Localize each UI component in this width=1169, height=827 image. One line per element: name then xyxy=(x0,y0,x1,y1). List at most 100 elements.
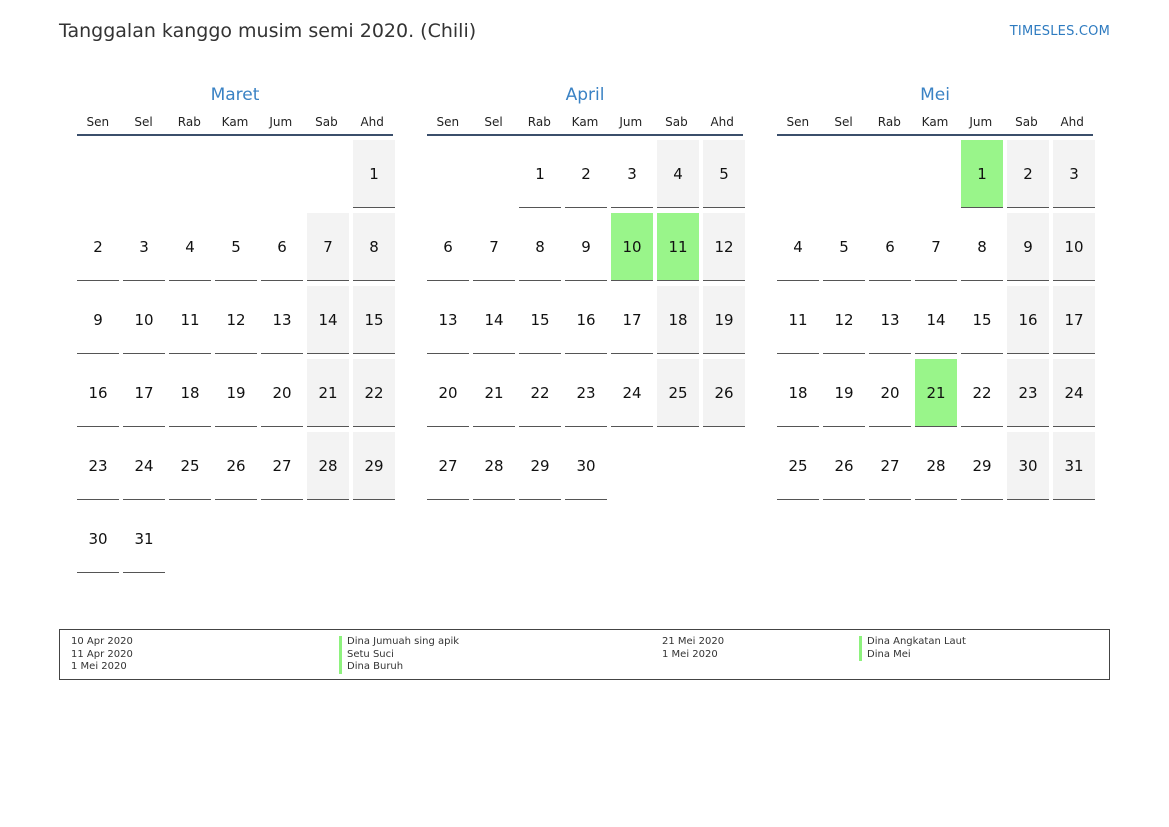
day-cell: 16 xyxy=(1007,286,1049,354)
weekday-label: Jum xyxy=(269,115,293,129)
day-cell: 18 xyxy=(169,359,211,427)
weekday-label: Rab xyxy=(527,115,551,129)
legend-holiday-name: Dina Angkatan Laut xyxy=(859,636,966,649)
legend-date: 1 Mei 2020 xyxy=(662,648,718,660)
day-cell: 4 xyxy=(777,213,819,281)
day-cell: 13 xyxy=(427,286,469,354)
weekday-label: Kam xyxy=(921,115,949,129)
day-cell: 19 xyxy=(215,359,257,427)
day-cell: 15 xyxy=(519,286,561,354)
day-cell: 26 xyxy=(823,432,865,500)
weekday-label: Rab xyxy=(177,115,201,129)
day-cell: 21 xyxy=(307,359,349,427)
day-cell: 17 xyxy=(611,286,653,354)
empty-cell xyxy=(915,140,957,208)
weekday-header: Sen Sel Rab Kam Jum Sab Ahd xyxy=(777,114,1093,136)
day-cell: 29 xyxy=(519,432,561,500)
empty-cell xyxy=(307,140,349,208)
month-mei: Mei Sen Sel Rab Kam Jum Sab Ahd 1 2 3 4 5 6 7 8 9 10 11 12 1… xyxy=(777,84,1095,500)
day-cell: 19 xyxy=(823,359,865,427)
day-cell: 10 xyxy=(1053,213,1095,281)
legend-date: 21 Mei 2020 xyxy=(662,636,725,647)
day-cell: 20 xyxy=(261,359,303,427)
weekday-label: Ahd xyxy=(710,115,734,129)
weekday-label: Sen xyxy=(86,115,110,129)
legend-holiday-name: Dina Buruh xyxy=(339,661,459,674)
day-cell: 3 xyxy=(611,140,653,208)
day-cell: 6 xyxy=(869,213,911,281)
empty-cell xyxy=(473,140,515,208)
day-cell: 1 xyxy=(353,140,395,208)
empty-cell xyxy=(77,140,119,208)
month-name: April xyxy=(565,85,605,105)
day-cell: 8 xyxy=(519,213,561,281)
day-cell: 14 xyxy=(307,286,349,354)
legend-holiday-name: Dina Jumuah sing apik xyxy=(339,636,459,649)
day-cell: 24 xyxy=(1053,359,1095,427)
day-cell: 8 xyxy=(961,213,1003,281)
site-link[interactable]: TIMESLES.COM xyxy=(1010,24,1110,39)
weekday-label: Ahd xyxy=(360,115,384,129)
day-cell: 24 xyxy=(123,432,165,500)
holiday-day-cell: 21 xyxy=(915,359,957,427)
day-cell: 26 xyxy=(215,432,257,500)
day-cell: 4 xyxy=(657,140,699,208)
day-cell: 11 xyxy=(169,286,211,354)
day-cell: 23 xyxy=(1007,359,1049,427)
weekday-header: Sen Sel Rab Kam Jum Sab Ahd xyxy=(427,114,743,136)
weekday-label: Kam xyxy=(571,115,599,129)
weekday-label: Sab xyxy=(1015,115,1038,129)
day-cell: 6 xyxy=(261,213,303,281)
day-cell: 16 xyxy=(77,359,119,427)
day-cell: 5 xyxy=(215,213,257,281)
weekday-label: Sel xyxy=(834,115,853,129)
day-cell: 24 xyxy=(611,359,653,427)
day-cell: 2 xyxy=(77,213,119,281)
weekday-label: Kam xyxy=(221,115,249,129)
day-grid: 1 2 3 4 5 6 7 8 9 10 11 12 13 14 15 16 17 18 19 20 21 22 23 24 2… xyxy=(427,140,745,500)
legend-holiday-name: Setu Suci xyxy=(339,648,459,661)
legend-holiday-name: Dina Mei xyxy=(859,648,966,661)
day-cell: 5 xyxy=(823,213,865,281)
day-cell: 9 xyxy=(1007,213,1049,281)
weekday-label: Sel xyxy=(484,115,503,129)
day-cell: 13 xyxy=(261,286,303,354)
legend-date: 10 Apr 2020 xyxy=(71,636,133,647)
day-cell: 12 xyxy=(703,213,745,281)
weekday-label: Ahd xyxy=(1060,115,1084,129)
day-cell: 27 xyxy=(427,432,469,500)
day-cell: 18 xyxy=(657,286,699,354)
day-cell: 9 xyxy=(77,286,119,354)
day-cell: 22 xyxy=(519,359,561,427)
day-cell: 20 xyxy=(869,359,911,427)
day-cell: 27 xyxy=(869,432,911,500)
day-cell: 17 xyxy=(123,359,165,427)
day-cell: 3 xyxy=(1053,140,1095,208)
weekday-label: Jum xyxy=(969,115,993,129)
empty-cell xyxy=(169,140,211,208)
day-cell: 11 xyxy=(777,286,819,354)
day-cell: 15 xyxy=(353,286,395,354)
empty-cell xyxy=(777,140,819,208)
weekday-label: Sab xyxy=(665,115,688,129)
day-cell: 1 xyxy=(519,140,561,208)
day-cell: 31 xyxy=(1053,432,1095,500)
day-cell: 31 xyxy=(123,505,165,573)
month-name: Mei xyxy=(920,85,950,105)
page-title: Tanggalan kanggo musim semi 2020. (Chili… xyxy=(59,20,477,42)
weekday-label: Rab xyxy=(877,115,901,129)
month-name: Maret xyxy=(210,85,260,105)
day-cell: 4 xyxy=(169,213,211,281)
legend-date: 11 Apr 2020 xyxy=(71,648,133,660)
day-cell: 13 xyxy=(869,286,911,354)
day-cell: 7 xyxy=(473,213,515,281)
weekday-label: Sab xyxy=(315,115,338,129)
day-cell: 23 xyxy=(565,359,607,427)
month-april: April Sen Sel Rab Kam Jum Sab Ahd 1 2 3 4 5 6 7 8 9 10 11 1… xyxy=(427,84,745,500)
day-cell: 8 xyxy=(353,213,395,281)
month-maret: Maret Sen Sel Rab Kam Jum Sab Ahd 1 2 3 4 5 6 7 8 9 10 11 1… xyxy=(77,84,395,573)
empty-cell xyxy=(869,140,911,208)
holiday-day-cell: 11 xyxy=(657,213,699,281)
day-cell: 25 xyxy=(657,359,699,427)
day-cell: 23 xyxy=(77,432,119,500)
